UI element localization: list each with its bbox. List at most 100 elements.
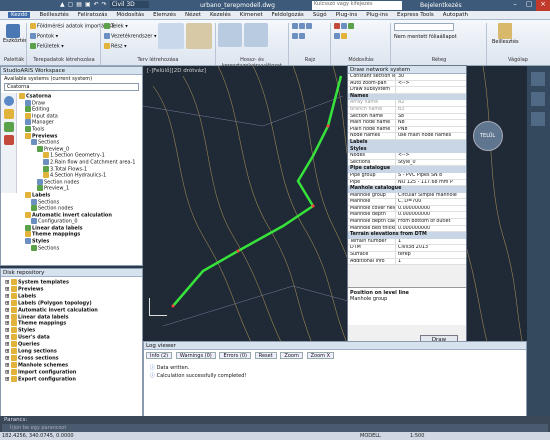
- layer-dropdown[interactable]: [394, 23, 454, 31]
- workspace-dropdown[interactable]: Civil 3D: [109, 1, 149, 8]
- property-value[interactable]: 0.000000000: [396, 226, 466, 232]
- workspace-tree-item[interactable]: Theme mappings: [19, 231, 143, 238]
- property-value[interactable]: 30: [396, 74, 466, 80]
- property-row[interactable]: Branch name B3: [348, 106, 466, 114]
- property-value[interactable]: use main node names: [396, 133, 466, 139]
- network-icon[interactable]: [4, 96, 14, 106]
- folder-icon[interactable]: [4, 109, 14, 119]
- property-row[interactable]: Manhole cover height0.000000000: [348, 205, 466, 213]
- drawing-canvas[interactable]: [-]Felülő][2D drótváz] TELÜL: [143, 66, 527, 346]
- workspace-tree-item[interactable]: Section nodes: [19, 178, 143, 186]
- ribbon-tab[interactable]: Plug-ins: [336, 12, 358, 18]
- ribbon-tab[interactable]: Nézet: [185, 12, 201, 18]
- paste-button[interactable]: Beillesztés: [492, 23, 519, 45]
- property-row[interactable]: Pipe group S - PVC Pipes SN 8: [348, 172, 466, 180]
- property-value[interactable]: NO 125 - 117.68 mm P: [396, 180, 466, 186]
- part-button[interactable]: Rész ▾: [104, 43, 127, 50]
- property-category[interactable]: Names: [348, 93, 466, 101]
- repository-item[interactable]: ⊞ Labels: [5, 292, 138, 300]
- property-row[interactable]: Manhole depth calc. From bottom of outlet: [348, 219, 466, 226]
- property-row[interactable]: Main node name N8: [348, 120, 466, 127]
- workspace-tree-item[interactable]: Sections: [19, 244, 143, 252]
- property-value[interactable]: <-->: [396, 153, 466, 159]
- viewcube-compass[interactable]: TELÜL: [473, 121, 503, 151]
- workspace-tree-item[interactable]: Tools: [19, 125, 143, 133]
- ribbon-tab[interactable]: Autopath: [443, 12, 468, 18]
- workspace-tree-item[interactable]: Configuration_0: [19, 218, 143, 225]
- property-category[interactable]: Terrain elevations from DTM: [348, 232, 466, 239]
- layer-state-dropdown[interactable]: Nem mentett fóliaállapot: [394, 34, 457, 40]
- repository-item[interactable]: ⊞ Import configuration: [5, 368, 138, 376]
- import-survey-button[interactable]: Földmérési adatok importálása: [30, 23, 114, 30]
- workspace-tree-item[interactable]: Linear data labels: [19, 224, 143, 232]
- ribbon-tab[interactable]: Súgó: [313, 12, 327, 18]
- property-value[interactable]: A2: [396, 100, 466, 106]
- property-row[interactable]: Array name A2: [348, 100, 466, 107]
- repository-item[interactable]: ⊞ Previews: [5, 285, 138, 293]
- maximize-icon[interactable]: ▢: [522, 0, 536, 11]
- repository-item[interactable]: ⊞ Automatic invert calculation: [5, 306, 138, 314]
- workspace-tree-item[interactable]: Draw: [19, 99, 143, 107]
- property-value[interactable]: <-->: [396, 81, 466, 87]
- model-tab[interactable]: MODELL: [360, 432, 381, 440]
- system-select[interactable]: Csatorna: [4, 83, 139, 91]
- property-category[interactable]: Pipe catalogue: [348, 166, 466, 173]
- property-row[interactable]: Node names use main node names: [348, 133, 466, 140]
- zoom-icon[interactable]: [531, 92, 545, 106]
- chart-icon[interactable]: [4, 122, 14, 132]
- repository-item[interactable]: ⊞ User's data: [5, 334, 138, 341]
- zoom-x-button[interactable]: Zoom X: [306, 352, 335, 359]
- property-row[interactable]: Surface terep: [348, 252, 466, 259]
- workspace-tree-item[interactable]: Previews: [19, 132, 143, 140]
- workspace-tree-item[interactable]: 3.Total Flows-1: [19, 165, 143, 173]
- grading-button[interactable]: [158, 23, 184, 49]
- property-value[interactable]: PN8: [396, 127, 466, 133]
- section-views-button[interactable]: [218, 23, 242, 47]
- property-category[interactable]: Styles: [348, 146, 466, 154]
- new-icon[interactable]: ▢: [68, 1, 74, 8]
- workspace-tree-item[interactable]: 1.Section Geometry-1: [19, 152, 143, 159]
- draw-tools[interactable]: [292, 23, 313, 30]
- parcel-button[interactable]: Telek ▾: [104, 23, 128, 30]
- property-value[interactable]: 1: [396, 259, 466, 265]
- ribbon-tab[interactable]: Kimenet: [240, 12, 263, 18]
- scale-dropdown[interactable]: 1:500: [410, 432, 424, 440]
- redo-icon[interactable]: ↷: [102, 1, 107, 8]
- minimize-icon[interactable]: –: [508, 0, 522, 11]
- orbit-icon[interactable]: [531, 112, 545, 126]
- search-input[interactable]: Kulcsszó vagy kifejezés: [312, 1, 402, 10]
- ribbon-tab[interactable]: Feldolgozás: [272, 12, 304, 18]
- property-value[interactable]: 0.000000000: [396, 206, 466, 212]
- ribbon-tab[interactable]: Plug-ins: [366, 12, 388, 18]
- info-tab[interactable]: Info (2): [146, 352, 173, 359]
- workspace-tree-item[interactable]: Manager: [19, 119, 143, 126]
- property-value[interactable]: N8: [396, 120, 466, 126]
- property-value[interactable]: 1: [396, 239, 466, 245]
- workspace-tree-item[interactable]: Csatorna: [19, 93, 143, 100]
- open-icon[interactable]: ▤: [76, 1, 82, 8]
- corridor-button[interactable]: [186, 23, 212, 49]
- property-value[interactable]: S8: [396, 114, 466, 120]
- repository-item[interactable]: ⊞ Theme mappings: [5, 320, 138, 327]
- repository-item[interactable]: ⊞ Manhole schemes: [5, 361, 138, 369]
- modify-tools-2[interactable]: [334, 33, 348, 40]
- property-row[interactable]: Manhole C, D=700: [348, 199, 466, 206]
- property-row[interactable]: DTM Civil3d 2013: [348, 245, 466, 253]
- property-value[interactable]: [396, 87, 466, 93]
- workspace-tree-item[interactable]: Editing: [19, 106, 143, 113]
- workspace-tree-item[interactable]: Preview_1: [19, 185, 143, 192]
- ribbon-tab[interactable]: Express Tools: [397, 12, 434, 18]
- pipe-network-button[interactable]: Vezetékrendszer ▾: [104, 33, 157, 40]
- property-row[interactable]: Draw subsystem: [348, 87, 466, 94]
- repository-item[interactable]: ⊞ Queries: [5, 341, 138, 348]
- property-row[interactable]: Plain node name PN8: [348, 126, 466, 134]
- workspace-tree-item[interactable]: Labels: [19, 191, 143, 199]
- ribbon-tab[interactable]: Beillesztés: [39, 12, 68, 18]
- workspace-tree-item[interactable]: Automatic invert calculation: [19, 211, 143, 219]
- repository-item[interactable]: ⊞ Cross sections: [5, 354, 138, 362]
- toolspace-button[interactable]: Eszköztér: [3, 24, 27, 50]
- workspace-tree-item[interactable]: Input data: [19, 112, 143, 120]
- points-button[interactable]: Pontok ▾: [30, 33, 58, 40]
- workspace-tree-item[interactable]: 4.Section Hydraulics-1: [19, 172, 143, 179]
- errors-tab[interactable]: Errors (0): [219, 352, 251, 359]
